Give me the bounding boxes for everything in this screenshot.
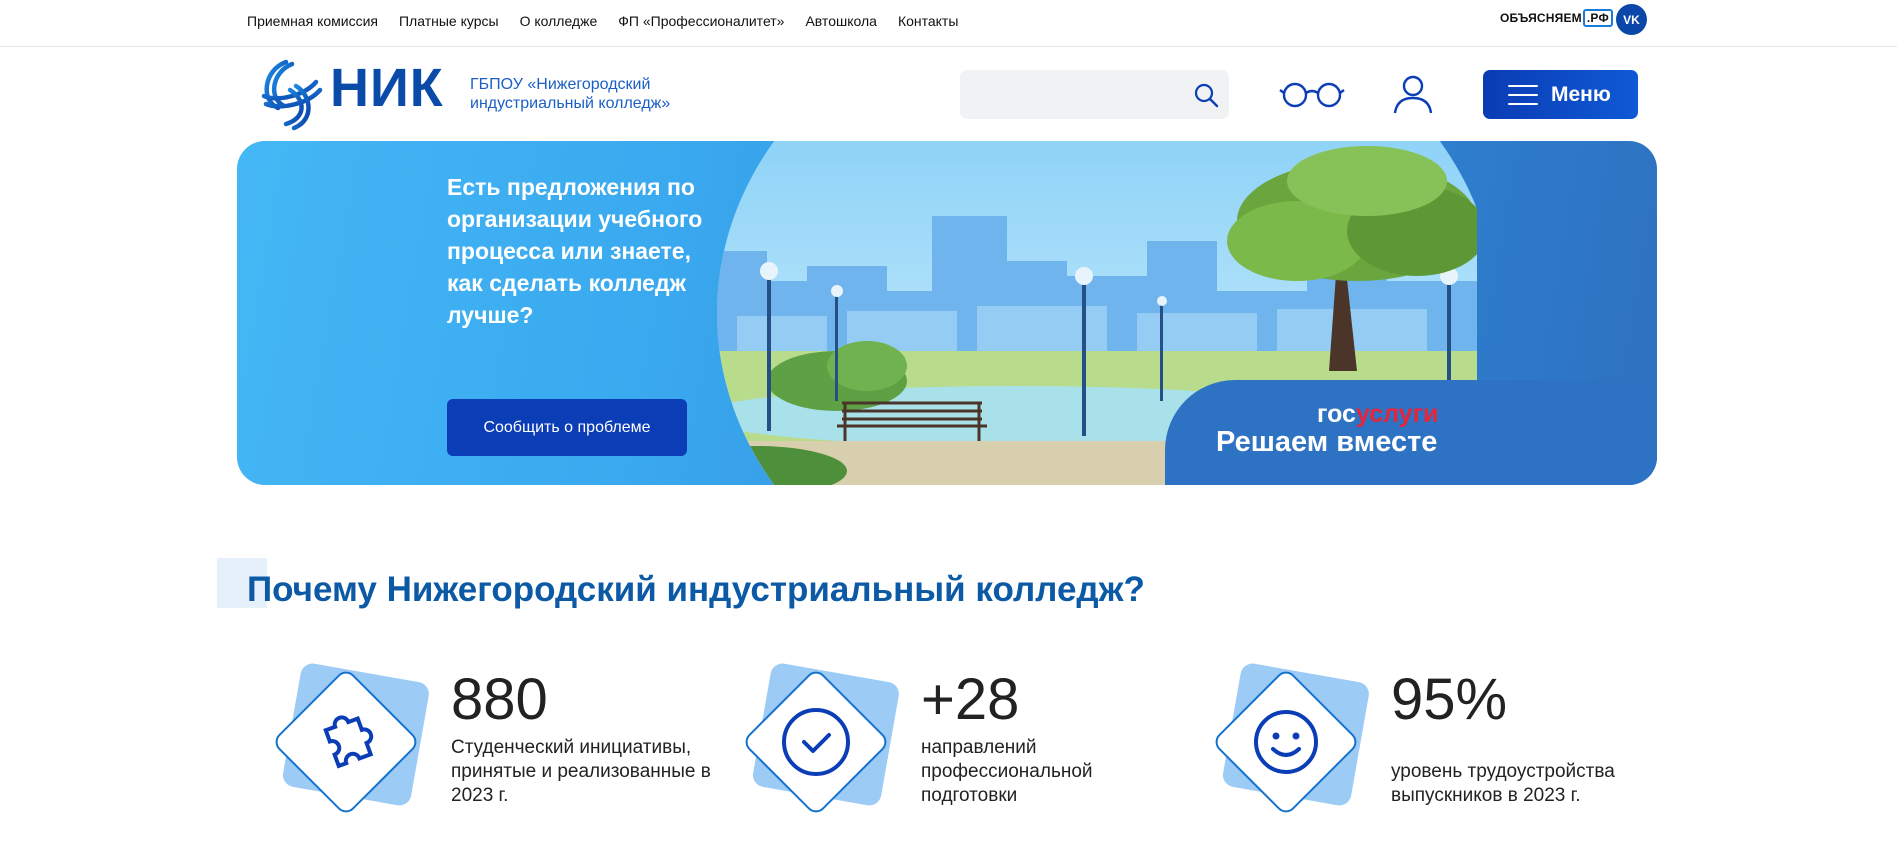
obyasnyaem-label: ОБЪЯСНЯЕМ [1500,11,1582,25]
stat-card-initiatives: 880 Студенческий инициативы, принятые и … [256,652,716,832]
menu-label: Меню [1551,83,1611,106]
logo-subtitle: ГБПОУ «Нижегородский индустриальный колл… [470,76,671,112]
nav-contacts[interactable]: Контакты [898,13,958,29]
gosuslugi-logo: госуслуги [1317,400,1685,429]
stat-card-directions: +28 направлений профессиональной подгото… [726,652,1186,832]
check-icon [745,663,899,813]
nav-admission[interactable]: Приемная комиссия [247,13,378,29]
stat-value: 880 [451,667,548,732]
puzzle-icon [275,663,429,813]
nav-driving-school[interactable]: Автошкола [805,13,876,29]
banner-text: Есть предложения по организации учебного… [447,174,703,328]
smile-icon [1215,663,1369,813]
stat-description: направлений профессиональной подготовки [921,737,1093,806]
stat-card-employment: 95% уровень трудоустройства выпускников … [1196,652,1656,832]
stat-value: +28 [921,667,1020,732]
user-icon[interactable] [1393,74,1433,114]
report-problem-button[interactable]: Сообщить о проблеме [447,399,687,456]
gosuslugi-title: Решаем вместе [1216,426,1438,458]
stat-description: уровень трудоустройства выпускников в 20… [1391,761,1615,806]
gosuslugi-uslugi: услуги [1355,400,1439,428]
gosuslugi-gos: гос [1317,400,1356,428]
logo-wordmark[interactable]: НИК [330,58,444,118]
search-input[interactable] [960,70,1229,119]
menu-button[interactable]: Меню [1483,70,1638,119]
nav-about[interactable]: О колледже [520,13,598,29]
obyasnyaem-rf-link[interactable]: ОБЪЯСНЯЕМ .РФ [1500,9,1613,27]
top-nav: Приемная комиссия Платные курсы О коллед… [247,13,979,29]
obyasnyaem-rf: .РФ [1582,9,1613,27]
search-icon[interactable] [1193,82,1219,108]
nav-professionalitet[interactable]: ФП «Профессионалитет» [618,13,784,29]
nav-paid-courses[interactable]: Платные курсы [399,13,499,29]
section-title: Почему Нижегородский индустриальный колл… [247,570,1145,609]
vk-icon[interactable]: VK [1616,4,1647,35]
stat-description: Студенческий инициативы, принятые и реал… [451,737,711,806]
hamburger-icon [1508,85,1538,105]
accessibility-glasses-icon[interactable] [1279,78,1345,110]
stat-value: 95% [1391,667,1508,732]
top-bar: Приемная комиссия Платные курсы О коллед… [0,0,1897,47]
college-logo-icon[interactable] [256,56,324,132]
